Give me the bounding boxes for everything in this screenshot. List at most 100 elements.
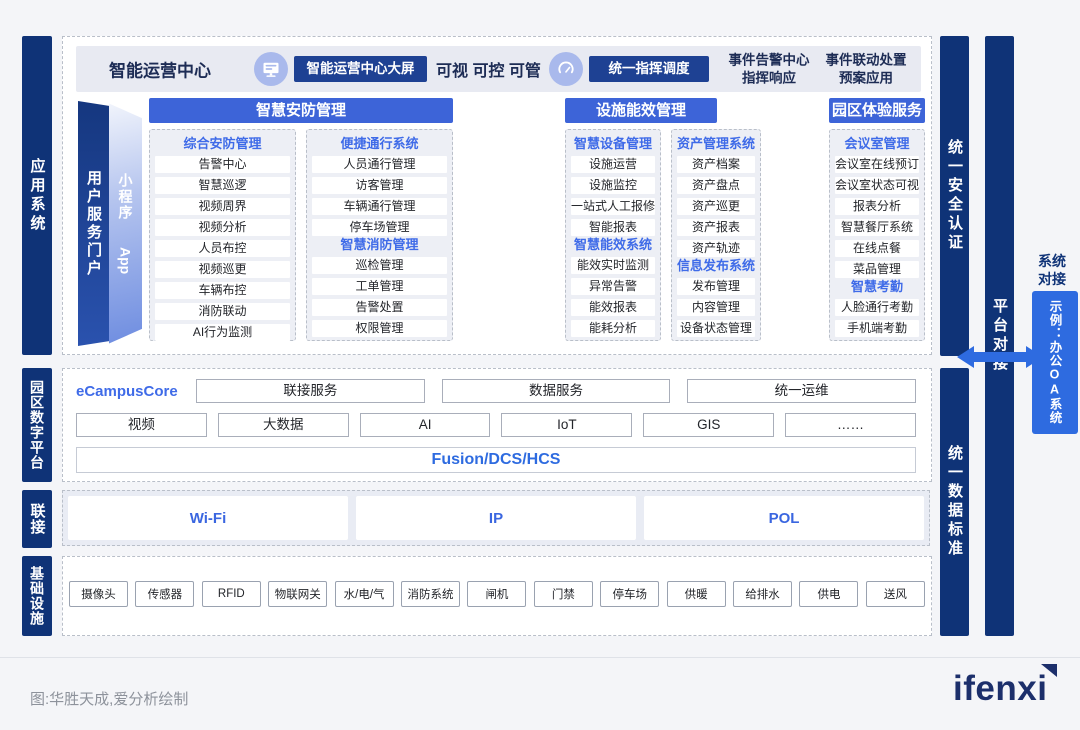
module-item: 资产巡更 (677, 198, 755, 215)
bidirectional-arrow-icon (957, 344, 1043, 370)
infrastructure-box: 供电 (799, 581, 858, 607)
platform-service-box: 数据服务 (442, 379, 671, 403)
application-columns: 智慧安防管理 综合安防管理 (149, 98, 925, 341)
connectivity-section: Wi-FiIPPOL (62, 490, 930, 546)
section-items: 设施运营 设施监控 一站式人工报修 智能报表 (571, 156, 655, 236)
platform-capability-box: IoT (501, 413, 632, 437)
footer-divider (0, 657, 1080, 658)
rail-infrastructure: 基础设施 (22, 556, 52, 636)
rail-label: 园区数字平台 (30, 380, 44, 470)
module-item: 内容管理 (677, 299, 755, 316)
module-item: 智能报表 (571, 219, 655, 236)
oa-example-label: 示例：办公OA系统 (1046, 300, 1065, 425)
module-section: 智慧考勤 人脸通行考勤 手机端考勤 (835, 278, 919, 337)
module-item: 资产档案 (677, 156, 755, 173)
connectivity-box: Wi-Fi (68, 496, 348, 540)
platform-capabilities-row: 视频大数据AIIoTGIS…… (76, 413, 916, 437)
module-item: 菜品管理 (835, 261, 919, 278)
infrastructure-box: 供暖 (667, 581, 726, 607)
module-item: 视频巡更 (155, 261, 290, 278)
section-items: 人员通行管理 访客管理 车辆通行管理 停车场管理 (312, 156, 447, 236)
monitor-icon-glyph (261, 59, 281, 79)
module-item: 智慧餐厅系统 (835, 219, 919, 236)
ifenxi-logo-text: ifenxi (953, 669, 1047, 708)
module-section: 信息发布系统 发布管理 内容管理 (677, 257, 755, 337)
system-link-label: 系统 对接 (1024, 252, 1080, 288)
column-groups: 智慧设备管理 设施运营 设施监控 (565, 129, 717, 341)
section-heading: 智慧设备管理 (571, 135, 655, 152)
rail-label: 联接 (30, 503, 45, 535)
module-item: 资产轨迹 (677, 240, 755, 257)
module-item: 在线点餐 (835, 240, 919, 257)
module-item: 人员通行管理 (312, 156, 447, 173)
fusion-foundation-box: Fusion/DCS/HCS (76, 447, 916, 473)
application-column: 园区体验服务 会议室管理 (829, 98, 925, 341)
section-items: 发布管理 内容管理 设备状态管理 (677, 278, 755, 337)
module-item: 报表分析 (835, 198, 919, 215)
gauge-icon-glyph (556, 59, 576, 79)
infrastructure-section: 摄像头传感器RFID物联网关水/电/气消防系统闸机门禁停车场供暖给排水供电送风 (62, 556, 932, 636)
section-items: 巡检管理 工单管理 告警处置 权限管理 (312, 257, 447, 337)
module-section: 会议室管理 会议室在线预订 会议室状态可视 (835, 135, 919, 278)
module-item: 告警中心 (155, 156, 290, 173)
platform-capability-box: …… (785, 413, 916, 437)
module-section: 智慧设备管理 设施运营 设施监控 (571, 135, 655, 236)
system-link-line: 对接 (1038, 271, 1066, 287)
infrastructure-row: 摄像头传感器RFID物联网关水/电/气消防系统闸机门禁停车场供暖给排水供电送风 (69, 581, 925, 607)
section-heading: 智慧考勤 (835, 278, 919, 295)
module-group: 综合安防管理 告警中心 智慧巡逻 (149, 129, 296, 341)
rail-label: 统一安全认证 (947, 139, 962, 253)
module-section: 综合安防管理 告警中心 智慧巡逻 (155, 135, 290, 341)
application-column: 设施能效管理 智慧设备管理 (565, 98, 717, 341)
ioc-title: 智能运营中心 (109, 57, 211, 82)
section-heading: 综合安防管理 (155, 135, 290, 152)
rail-label: 统一数据标准 (947, 445, 962, 559)
section-items: 能效实时监测 异常告警 能效报表 能耗分析 (571, 257, 655, 337)
section-items: 告警中心 智慧巡逻 视频周界 视频分析 (155, 156, 290, 341)
module-item: 消防联动 (155, 303, 290, 320)
module-section: 便捷通行系统 人员通行管理 访客管理 (312, 135, 447, 236)
module-item: 车辆布控 (155, 282, 290, 299)
infrastructure-box: 给排水 (733, 581, 792, 607)
rail-application-system: 应用系统 (22, 36, 52, 355)
monitor-icon (254, 52, 288, 86)
module-item: 发布管理 (677, 278, 755, 295)
rail-label: 应用系统 (30, 158, 45, 234)
section-heading: 资产管理系统 (677, 135, 755, 152)
platform-capability-box: 大数据 (218, 413, 349, 437)
module-item: 会议室状态可视 (835, 177, 919, 194)
user-portal-label: 用户服务门户 (83, 170, 104, 278)
module-group: 资产管理系统 资产档案 资产盘点 (671, 129, 761, 341)
rail-label: 基础设施 (30, 566, 44, 626)
connectivity-box: POL (644, 496, 924, 540)
note-line: 事件联动处置 (826, 52, 907, 67)
module-item: 设施运营 (571, 156, 655, 173)
rail-unified-data-standard: 统一数据标准 (940, 368, 969, 636)
ecampuscore-brand: eCampusCore (76, 383, 179, 400)
module-item: 资产盘点 (677, 177, 755, 194)
module-item: AI行为监测 (155, 324, 290, 341)
module-group: 便捷通行系统 人员通行管理 访客管理 (306, 129, 453, 341)
platform-capability-box: AI (360, 413, 491, 437)
unified-dispatch-button: 统一指挥调度 (589, 56, 709, 82)
user-portal-panel: 用户服务门户 (78, 101, 109, 346)
module-item: 巡检管理 (312, 257, 447, 274)
event-alarm-note: 事件告警中心 指挥响应 (719, 51, 819, 86)
note-line: 指挥响应 (742, 70, 796, 85)
app-label: App (118, 247, 134, 274)
oa-example-box: 示例：办公OA系统 (1032, 291, 1078, 434)
infrastructure-box: 传感器 (135, 581, 194, 607)
infrastructure-box: RFID (202, 581, 261, 607)
infrastructure-box: 送风 (866, 581, 925, 607)
note-line: 事件告警中心 (729, 52, 810, 67)
digital-platform-section: eCampusCore 联接服务数据服务统一运维 视频大数据AIIoTGIS……… (62, 368, 932, 482)
module-item: 告警处置 (312, 299, 447, 316)
infrastructure-box: 消防系统 (401, 581, 460, 607)
infrastructure-box: 摄像头 (69, 581, 128, 607)
module-item: 人员布控 (155, 240, 290, 257)
source-caption: 图:华胜天成,爱分析绘制 (30, 688, 188, 709)
module-item: 智慧巡逻 (155, 177, 290, 194)
mini-program-label: 小程序 (116, 173, 136, 221)
ioc-tags: 可视 可控 可管 (436, 57, 541, 81)
column-title: 智慧安防管理 (149, 98, 453, 123)
